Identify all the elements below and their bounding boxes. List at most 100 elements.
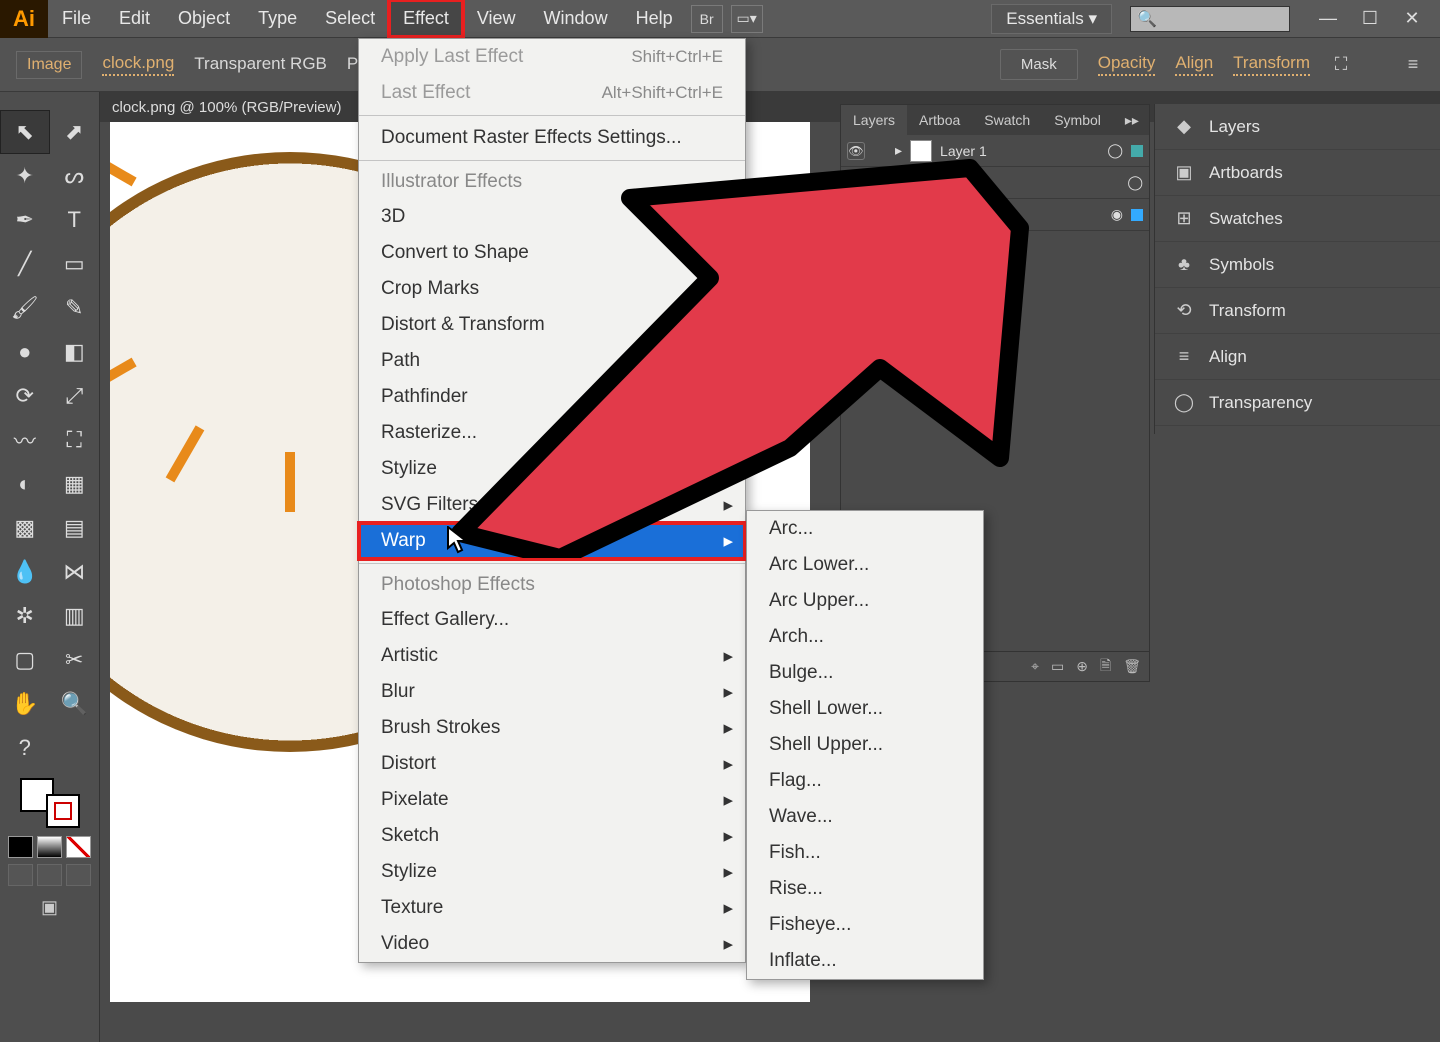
new-sublayer-icon[interactable]: ⊕ <box>1076 658 1088 675</box>
tool-column-graph[interactable]: ▥ <box>50 594 100 638</box>
screen-mode-icon[interactable]: ▣ <box>39 896 61 918</box>
target-icon[interactable]: ◯ <box>1127 174 1143 191</box>
search-field[interactable]: 🔍 <box>1130 6 1290 32</box>
gradient-mode-swatch[interactable] <box>37 836 62 858</box>
tool-rotate[interactable]: ⟳ <box>0 374 50 418</box>
tool-eraser[interactable]: ◧ <box>50 330 100 374</box>
draw-normal-icon[interactable] <box>8 864 33 886</box>
visibility-toggle[interactable]: 👁 <box>847 142 865 160</box>
target-icon[interactable]: ◯ <box>1107 142 1123 159</box>
panel-transparency[interactable]: ◯Transparency <box>1155 380 1440 426</box>
menuitem-warp-inflate[interactable]: Inflate... <box>747 943 983 979</box>
menuitem-video[interactable]: Video <box>359 926 745 962</box>
menuitem-brush-strokes[interactable]: Brush Strokes <box>359 710 745 746</box>
menuitem-last-effect[interactable]: Last EffectAlt+Shift+Ctrl+E <box>359 75 745 111</box>
menu-window[interactable]: Window <box>530 0 622 37</box>
tool-pen[interactable]: ✒ <box>0 198 50 242</box>
tool-blob-brush[interactable]: ● <box>0 330 50 374</box>
menuitem-warp-shell-upper[interactable]: Shell Upper... <box>747 727 983 763</box>
panel-symbols[interactable]: ♣Symbols <box>1155 242 1440 288</box>
none-mode-swatch[interactable] <box>66 836 91 858</box>
menuitem-warp-arc-upper[interactable]: Arc Upper... <box>747 583 983 619</box>
menu-select[interactable]: Select <box>311 0 389 37</box>
options-menu-icon[interactable]: ≡ <box>1402 54 1424 76</box>
menuitem-path[interactable]: Path <box>359 343 745 379</box>
menuitem-stylize[interactable]: Stylize <box>359 451 745 487</box>
menuitem-warp[interactable]: Warp <box>359 523 745 559</box>
menu-help[interactable]: Help <box>622 0 687 37</box>
tab-symbols[interactable]: Symbol <box>1042 105 1113 135</box>
layer-name[interactable]: Layer 1 <box>940 143 987 159</box>
target-icon[interactable]: ◉ <box>1111 206 1123 223</box>
panel-more-icon[interactable]: ▸▸ <box>1113 105 1151 135</box>
tool-mesh[interactable]: ▩ <box>0 506 50 550</box>
layer-row[interactable]: 👁 . ◯ <box>841 167 1149 199</box>
menuitem-artistic[interactable]: Artistic <box>359 638 745 674</box>
menuitem-warp-flag[interactable]: Flag... <box>747 763 983 799</box>
tab-artboards[interactable]: Artboa <box>907 105 972 135</box>
draw-inside-icon[interactable] <box>66 864 91 886</box>
menuitem-warp-arch[interactable]: Arch... <box>747 619 983 655</box>
tool-help[interactable]: ? <box>0 726 50 770</box>
layer-row[interactable]: 👁 ▸ Layer 1 ◯ <box>841 135 1149 167</box>
tool-slice[interactable]: ✂ <box>50 638 100 682</box>
option-filename[interactable]: clock.png <box>102 53 174 76</box>
layer-name[interactable]: ... <box>945 207 957 223</box>
bridge-button[interactable]: Br <box>691 5 723 33</box>
menuitem-pixelate[interactable]: Pixelate <box>359 782 745 818</box>
color-mode-swatch[interactable] <box>8 836 33 858</box>
tab-swatches[interactable]: Swatch <box>972 105 1042 135</box>
visibility-toggle[interactable]: 👁 <box>847 206 865 224</box>
menuitem-rasterize[interactable]: Rasterize... <box>359 415 745 451</box>
tool-artboard[interactable]: ▢ <box>0 638 50 682</box>
mask-button[interactable]: Mask <box>1000 49 1078 80</box>
menuitem-warp-wave[interactable]: Wave... <box>747 799 983 835</box>
arrange-button[interactable]: ▭▾ <box>731 5 763 33</box>
menuitem-doc-raster-settings[interactable]: Document Raster Effects Settings... <box>359 120 745 156</box>
menuitem-convert-to-shape[interactable]: Convert to Shape <box>359 235 745 271</box>
menuitem-warp-arc[interactable]: Arc... <box>747 511 983 547</box>
tool-selection[interactable]: ⬉ <box>0 110 50 154</box>
tool-magic-wand[interactable]: ✦ <box>0 154 50 198</box>
workspace-switcher[interactable]: Essentials ▾ <box>991 4 1112 34</box>
visibility-toggle[interactable]: 👁 <box>847 174 865 192</box>
tool-hand[interactable]: ✋ <box>0 682 50 726</box>
menu-type[interactable]: Type <box>244 0 311 37</box>
tool-blend[interactable]: ⋈ <box>50 550 100 594</box>
tool-type[interactable]: T <box>50 198 100 242</box>
transform-link[interactable]: Transform <box>1233 53 1310 76</box>
menu-view[interactable]: View <box>463 0 530 37</box>
menu-file[interactable]: File <box>48 0 105 37</box>
tool-free-transform[interactable]: ⛶ <box>50 418 100 462</box>
tool-perspective[interactable]: ▦ <box>50 462 100 506</box>
opacity-link[interactable]: Opacity <box>1098 53 1156 76</box>
locate-icon[interactable]: ⌖ <box>1031 658 1039 675</box>
tab-layers[interactable]: Layers <box>841 105 907 135</box>
maximize-button[interactable]: ☐ <box>1356 7 1384 31</box>
menuitem-distort[interactable]: Distort <box>359 746 745 782</box>
menuitem-pathfinder[interactable]: Pathfinder <box>359 379 745 415</box>
menuitem-texture[interactable]: Texture <box>359 890 745 926</box>
panel-align[interactable]: ≡Align <box>1155 334 1440 380</box>
tool-shape-builder[interactable]: ◐ <box>0 462 50 506</box>
menuitem-blur[interactable]: Blur <box>359 674 745 710</box>
minimize-button[interactable]: — <box>1314 7 1342 31</box>
align-link[interactable]: Align <box>1175 53 1213 76</box>
isolate-icon[interactable]: ⛶ <box>1330 54 1352 76</box>
tool-direct-selection[interactable]: ⬈ <box>50 110 100 154</box>
menu-object[interactable]: Object <box>164 0 244 37</box>
layer-name[interactable]: . <box>945 175 949 191</box>
stroke-swatch[interactable] <box>46 794 80 828</box>
tool-paintbrush[interactable]: 🖌 <box>0 286 50 330</box>
menu-edit[interactable]: Edit <box>105 0 164 37</box>
menuitem-warp-arc-lower[interactable]: Arc Lower... <box>747 547 983 583</box>
tool-pencil[interactable]: ✎ <box>50 286 100 330</box>
tool-zoom[interactable]: 🔍 <box>50 682 100 726</box>
menuitem-warp-rise[interactable]: Rise... <box>747 871 983 907</box>
tool-rectangle[interactable]: ▭ <box>50 242 100 286</box>
tool-line[interactable]: ╱ <box>0 242 50 286</box>
menuitem-distort-transform[interactable]: Distort & Transform <box>359 307 745 343</box>
menuitem-warp-bulge[interactable]: Bulge... <box>747 655 983 691</box>
menuitem-svg-filters[interactable]: SVG Filters <box>359 487 745 523</box>
draw-behind-icon[interactable] <box>37 864 62 886</box>
